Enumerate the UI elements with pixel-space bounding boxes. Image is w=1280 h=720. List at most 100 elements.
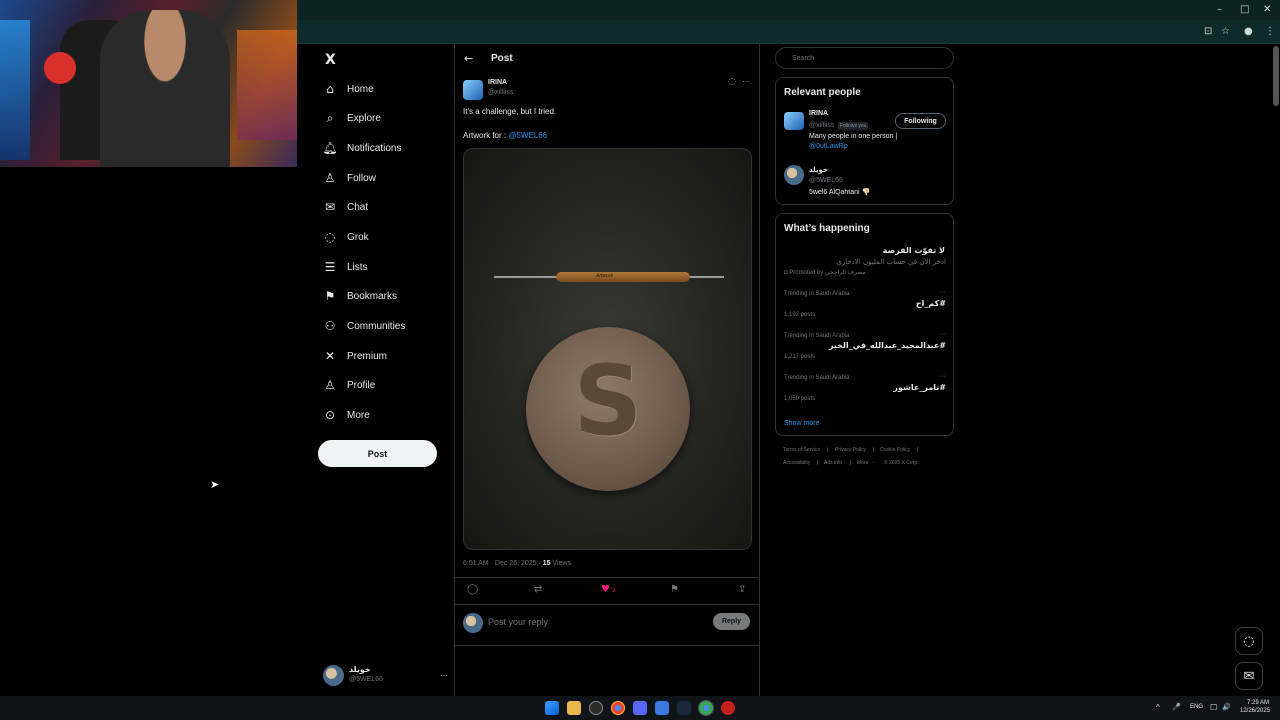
trend-category: Trending in Saudi Arabia <box>784 333 850 339</box>
like-icon[interactable]: ♥ 2 <box>601 584 616 595</box>
following-button[interactable]: Following <box>895 113 946 129</box>
nav-profile[interactable]: ♙ Profile <box>323 374 376 396</box>
nav-bookmarks[interactable]: ⚑ Bookmarks <box>323 285 397 307</box>
accessibility-link[interactable]: Accessibility <box>783 460 810 466</box>
nav-label: Chat <box>347 201 369 213</box>
footer-links: Terms of Service | Privacy Policy | Cook… <box>783 447 953 471</box>
more-icon[interactable]: ··· <box>440 671 448 680</box>
person-avatar[interactable] <box>784 165 804 185</box>
search-input[interactable] <box>775 47 954 69</box>
steam-icon[interactable] <box>677 701 691 715</box>
more-icon[interactable]: ··· <box>742 77 750 86</box>
trend-item[interactable]: Trending in Saudi Arabia ··· #عبدالمجيد_… <box>784 331 946 363</box>
chrome-active-icon[interactable] <box>698 700 714 716</box>
reply-input[interactable] <box>488 613 698 631</box>
account-switcher[interactable]: خويلد @5WEL66 ··· <box>323 662 448 688</box>
author-name[interactable]: IRINA <box>488 79 507 86</box>
person-name[interactable]: IRINA <box>809 110 828 117</box>
reply-icon[interactable]: ◯ <box>467 584 478 595</box>
trend-item[interactable]: Trending in Saudi Arabia ··· #تامر_عاشور… <box>784 373 946 405</box>
minimize-button[interactable]: – <box>1217 4 1222 15</box>
menu-icon[interactable]: ⋮ <box>1265 26 1275 37</box>
person-bio: 5wel6 AlQahtani 👎🏻 <box>809 189 871 196</box>
nav-label: Follow <box>347 172 376 184</box>
mic-icon[interactable]: 🎤 <box>1172 703 1181 711</box>
file-explorer-icon[interactable] <box>567 701 581 715</box>
nav-premium[interactable]: ✕ Premium <box>323 345 387 367</box>
nav-label: Home <box>347 83 374 95</box>
clock-time[interactable]: 7:29 AM <box>1247 700 1269 706</box>
nav-lists[interactable]: ☰ Lists <box>323 256 368 278</box>
terms-link[interactable]: Terms of Service <box>783 447 820 453</box>
footer-separator: | <box>873 447 875 453</box>
list-icon: ☰ <box>324 260 336 274</box>
post-button[interactable]: Post <box>318 440 437 467</box>
reply-composer: Reply <box>455 604 759 646</box>
start-icon[interactable] <box>545 701 559 715</box>
more-link[interactable]: More ··· <box>857 460 875 466</box>
share-icon[interactable]: ⇪ <box>738 584 746 595</box>
tweet-image[interactable]: Artwork S <box>463 148 752 550</box>
nav-more[interactable]: ⊙ More <box>323 404 370 426</box>
reply-button[interactable]: Reply <box>713 613 750 630</box>
language-indicator[interactable]: ENG <box>1190 704 1203 710</box>
show-more-link[interactable]: Show more <box>784 420 819 427</box>
close-window-button[interactable]: ✕ <box>1263 4 1271 15</box>
nav-label: More <box>347 409 370 421</box>
nav-explore[interactable]: ⌕ Explore <box>323 107 381 129</box>
promo-headline[interactable]: لا تفوّت الفرصة <box>883 246 945 255</box>
nav-chat[interactable]: ✉ Chat <box>323 196 368 218</box>
tray-overflow-icon[interactable]: ^ <box>1156 703 1160 712</box>
profile-icon[interactable]: ● <box>1244 26 1253 37</box>
like-count: 2 <box>611 587 616 594</box>
mail-app-icon[interactable] <box>655 701 669 715</box>
nav-follow[interactable]: ♙ Follow <box>323 167 376 189</box>
footer-separator: | <box>917 447 919 453</box>
person-avatar[interactable] <box>784 112 804 130</box>
back-arrow-icon[interactable]: ← <box>464 52 473 65</box>
nav-home[interactable]: ⌂ Home <box>323 78 374 100</box>
trend-item[interactable]: Trending in Saudi Arabia ··· #كم_اح 1,19… <box>784 289 946 321</box>
page-scrollbar[interactable] <box>1273 46 1279 106</box>
nav-notifications[interactable]: 🔔︎ Notifications <box>322 137 401 159</box>
network-icon[interactable]: ☐ <box>1210 703 1217 712</box>
nav-grok[interactable]: ◌ Grok <box>323 226 369 248</box>
more-icon[interactable]: ··· <box>939 331 946 338</box>
chrome-icon[interactable] <box>611 701 625 715</box>
footer-separator: | <box>850 460 852 466</box>
discord-icon[interactable] <box>633 701 647 715</box>
tool-stamp: Artwork <box>596 273 613 279</box>
add-person-icon: ♙ <box>324 171 336 185</box>
footer-separator: | <box>817 460 819 466</box>
star-icon[interactable]: ☆ <box>1221 26 1230 37</box>
install-icon[interactable]: ⊡ <box>1204 26 1212 37</box>
privacy-link[interactable]: Privacy Policy <box>835 447 866 453</box>
more-icon[interactable]: ··· <box>939 289 946 296</box>
obs-icon[interactable] <box>589 701 603 715</box>
maximize-button[interactable]: □ <box>1240 4 1249 15</box>
more-icon[interactable]: ··· <box>939 373 946 380</box>
bookmark-icon: ⚑ <box>324 289 336 303</box>
page-title: Post <box>491 53 513 64</box>
volume-icon[interactable]: 🔊 <box>1222 703 1231 711</box>
nav-label: Bookmarks <box>347 290 398 302</box>
author-handle[interactable]: @xillliss <box>488 89 513 96</box>
nav-communities[interactable]: ⚇ Communities <box>323 315 406 337</box>
account-name: خويلد <box>349 665 371 674</box>
x-logo[interactable]: X <box>325 52 336 68</box>
cookie-link[interactable]: Cookie Policy <box>880 447 910 453</box>
grok-icon[interactable]: ◌ <box>728 77 736 87</box>
recorder-icon[interactable] <box>721 701 735 715</box>
ads-info-link[interactable]: Ads info <box>824 460 842 466</box>
bio-link[interactable]: @0utLawRp <box>809 143 848 150</box>
author-avatar[interactable] <box>463 80 483 100</box>
person-name[interactable]: خويلد <box>809 166 828 174</box>
follows-you-badge: Follows you <box>838 122 869 130</box>
grok-fab[interactable]: ◌ <box>1235 627 1263 655</box>
bookmark-icon[interactable]: ⚑ <box>670 584 679 595</box>
mention-link[interactable]: @5WEL66 <box>508 131 547 140</box>
retweet-icon[interactable]: ⇄ <box>534 584 542 595</box>
messages-fab[interactable]: ✉ <box>1235 662 1263 690</box>
nav-label: Profile <box>347 379 376 391</box>
clock-date[interactable]: 12/26/2025 <box>1240 708 1270 714</box>
